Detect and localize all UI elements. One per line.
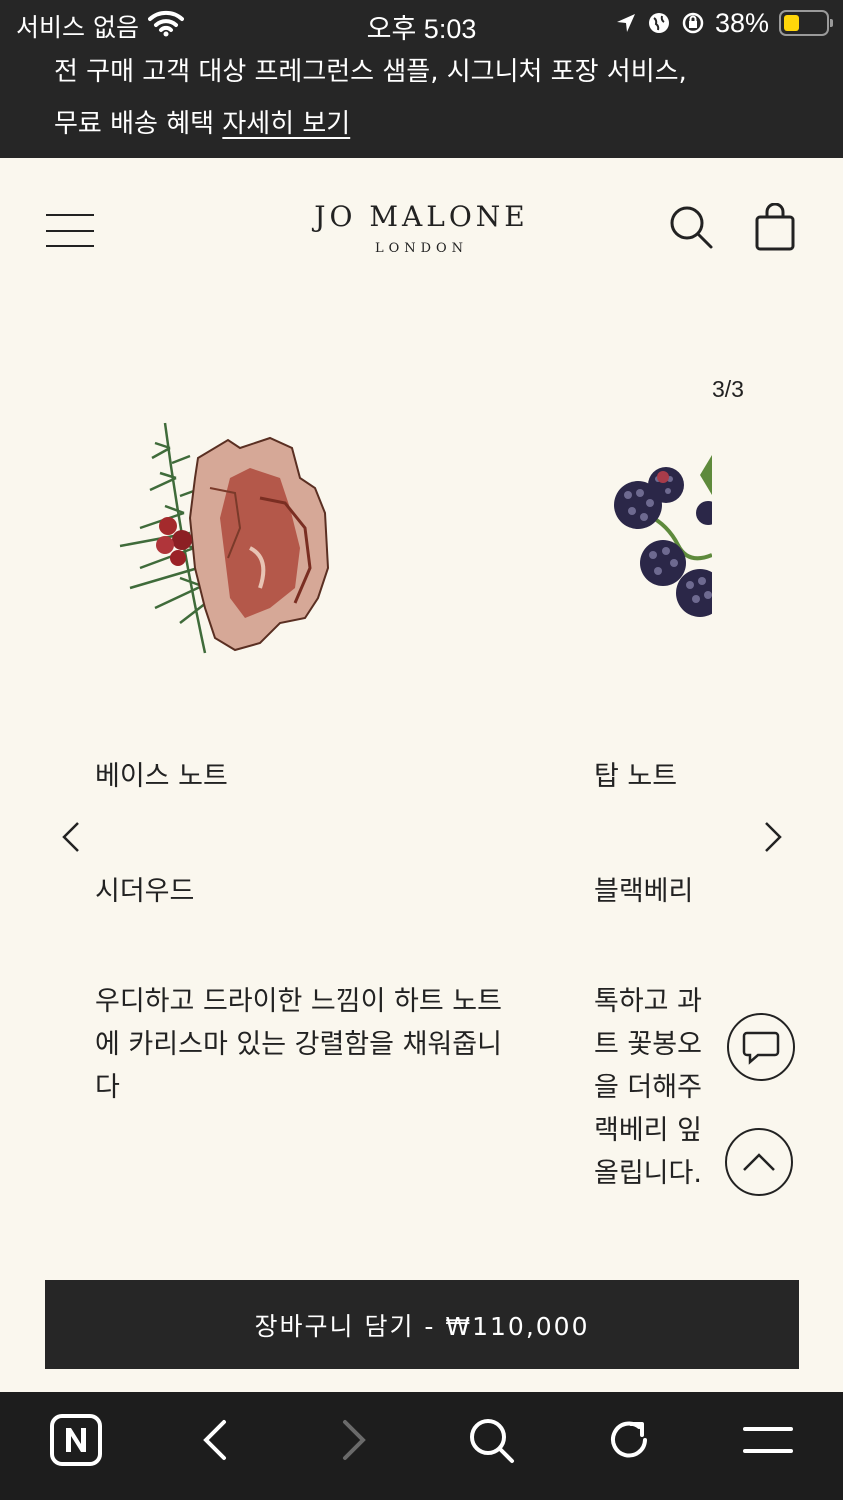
carousel-prev-button[interactable]: [58, 820, 84, 854]
status-bar: 서비스 없음 오후 5:03 38%: [0, 0, 843, 46]
browser-forward-button[interactable]: [326, 1412, 382, 1468]
search-icon[interactable]: [668, 204, 714, 250]
brand-logo[interactable]: JO MALONE LONDON: [0, 200, 843, 256]
note-label: 베이스 노트: [95, 761, 228, 792]
browser-toolbar: [0, 1392, 843, 1500]
forward-arrow-icon: [343, 1420, 366, 1460]
battery-icon: [779, 10, 833, 36]
shopping-bag-icon[interactable]: [754, 203, 796, 251]
globe-icon: [648, 13, 669, 33]
note-label: 탑 노트: [594, 761, 678, 792]
promo-details-link[interactable]: 자세히 보기: [222, 109, 350, 139]
note-name: 블랙베리: [594, 876, 694, 907]
browser-menu-button[interactable]: [740, 1412, 796, 1468]
battery-percent: 38%: [714, 7, 769, 38]
browser-refresh-button[interactable]: [601, 1412, 657, 1468]
cedarwood-illustration: [119, 422, 330, 654]
battery-level: [784, 15, 800, 31]
browser-back-button[interactable]: [187, 1412, 243, 1468]
location-icon: [616, 14, 635, 32]
note-description-clip: 톡하고 과 트 꽃봉오 을 더해주 랙베리 잎 올립니다.: [594, 980, 712, 1200]
hamburger-menu-icon: [743, 1427, 793, 1453]
search-icon: [470, 1419, 514, 1463]
note-description-line: 을 더해주: [594, 1072, 702, 1103]
slide-counter: 3/3: [712, 376, 744, 402]
note-description-line: 우디하고 드라이한 느낌이 하트 노트: [95, 986, 502, 1017]
browser-search-button[interactable]: [463, 1412, 519, 1468]
chat-icon: [742, 1031, 780, 1065]
promo-banner: 전 구매 고객 대상 프레그런스 샘플, 시그니처 포장 서비스, 무료 배송 …: [0, 46, 843, 158]
naver-home-button[interactable]: [48, 1412, 104, 1468]
orientation-lock-icon: [682, 12, 704, 34]
note-name: 시더우드: [95, 876, 195, 907]
promo-text: 무료 배송 혜택: [54, 109, 215, 139]
back-arrow-icon: [203, 1420, 226, 1460]
add-to-cart-button[interactable]: 장바구니 담기 - ₩110,000: [45, 1280, 799, 1369]
note-description-line: 다: [95, 1072, 120, 1103]
note-description: 우디하고 드라이한 느낌이 하트 노트 에 카리스마 있는 강렬함을 채워줍니 …: [95, 980, 502, 1109]
note-description-line: 랙베리 잎: [594, 1115, 702, 1146]
note-description-line: 에 카리스마 있는 강렬함을 채워줍니: [95, 1029, 502, 1060]
promo-line-1: 전 구매 고객 대상 프레그런스 샘플, 시그니처 포장 서비스,: [54, 57, 687, 87]
chevron-up-icon: [743, 1153, 775, 1171]
refresh-icon: [611, 1421, 647, 1458]
blackberry-illustration: [614, 455, 712, 617]
scroll-to-top-button[interactable]: [725, 1128, 793, 1196]
brand-name: JO MALONE: [314, 200, 529, 233]
promo-line-2: 무료 배송 혜택 자세히 보기: [54, 98, 843, 150]
brand-city: LONDON: [374, 241, 469, 256]
carousel-next-button[interactable]: [760, 820, 786, 854]
note-description: 톡하고 과 트 꽃봉오 을 더해주 랙베리 잎 올립니다.: [594, 980, 702, 1195]
note-description-line: 트 꽃봉오: [594, 1029, 702, 1060]
note-description-line: 올립니다.: [594, 1158, 702, 1189]
chat-button[interactable]: [727, 1013, 795, 1081]
note-description-line: 톡하고 과: [594, 986, 702, 1017]
naver-n-icon: [50, 1414, 102, 1466]
